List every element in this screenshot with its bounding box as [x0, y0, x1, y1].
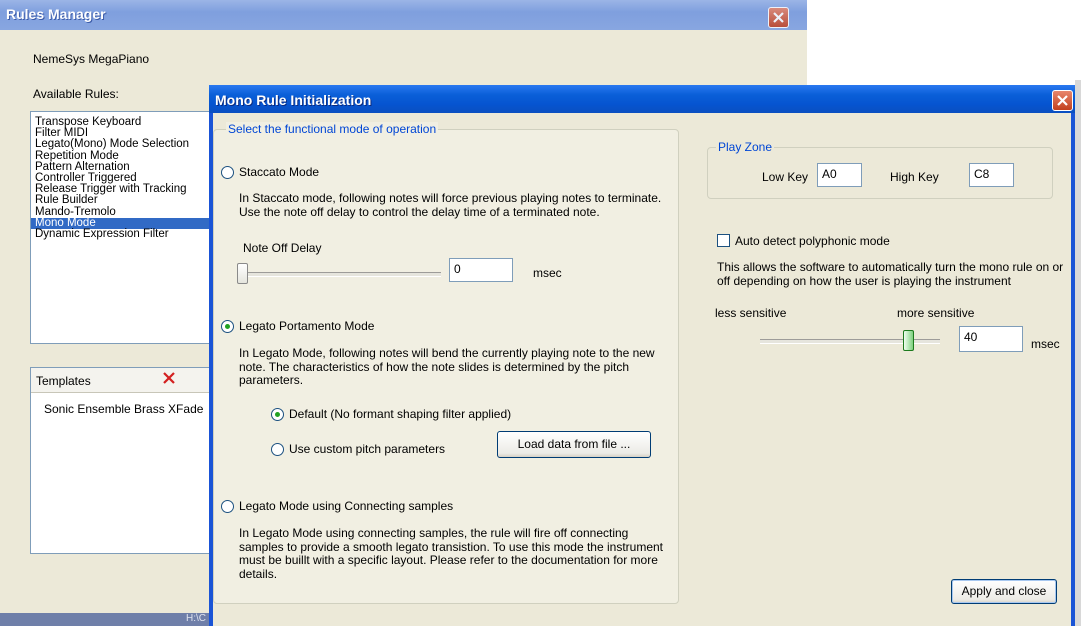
high-key-label: High Key	[890, 170, 939, 184]
high-key-field[interactable]: C8	[969, 163, 1014, 187]
mode-group-legend: Select the functional mode of operation	[226, 122, 439, 136]
mono-dialog-close-button[interactable]	[1052, 90, 1073, 111]
mono-rule-dialog: Mono Rule Initialization Select the func…	[209, 85, 1075, 626]
rules-manager-title: Rules Manager	[6, 6, 106, 22]
legato-connecting-label[interactable]: Legato Mode using Connecting samples	[239, 499, 453, 513]
staccato-radio[interactable]	[221, 166, 234, 179]
radio-dot	[225, 324, 230, 329]
legato-portamento-description: In Legato Mode, following notes will ben…	[239, 346, 655, 387]
custom-pitch-label[interactable]: Use custom pitch parameters	[289, 442, 445, 456]
load-data-button[interactable]: Load data from file ...	[497, 431, 651, 458]
mono-dialog-title: Mono Rule Initialization	[215, 92, 372, 108]
play-zone-legend: Play Zone	[716, 140, 775, 154]
background-edge	[1075, 80, 1081, 626]
custom-pitch-radio[interactable]	[271, 443, 284, 456]
radio-dot	[275, 412, 280, 417]
apply-and-close-button[interactable]: Apply and close	[951, 579, 1057, 604]
template-item[interactable]: Sonic Ensemble Brass XFade	[44, 402, 203, 416]
auto-detect-description: This allows the software to automaticall…	[717, 260, 1064, 288]
legato-connecting-radio[interactable]	[221, 500, 234, 513]
rule-list-item[interactable]: Rule Builder	[31, 194, 214, 206]
instrument-name: NemeSys MegaPiano	[33, 52, 150, 66]
rule-list-item[interactable]: Legato(Mono) Mode Selection	[31, 139, 214, 151]
rules-list[interactable]: Transpose Keyboard Filter MIDI Legato(Mono…	[30, 111, 215, 344]
delete-template-icon[interactable]	[162, 371, 176, 388]
sensitivity-field[interactable]: 40	[959, 326, 1023, 352]
low-key-field[interactable]: A0	[817, 163, 862, 187]
less-sensitive-label: less sensitive	[715, 306, 787, 320]
rules-manager-titlebar[interactable]	[0, 0, 807, 30]
note-off-delay-slider[interactable]	[237, 263, 248, 284]
rule-list-item[interactable]: Dynamic Expression Filter	[31, 228, 214, 240]
staccato-label[interactable]: Staccato Mode	[239, 165, 319, 179]
rule-list-item[interactable]: Mando-Tremolo	[31, 206, 214, 218]
auto-detect-label[interactable]: Auto detect polyphonic mode	[735, 234, 890, 248]
close-icon	[773, 12, 784, 23]
templates-header-label: Templates	[36, 374, 91, 388]
templates-list[interactable]: Templates Sonic Ensemble Brass XFade	[30, 367, 215, 554]
legato-portamento-label[interactable]: Legato Portamento Mode	[239, 319, 374, 333]
rules-manager-close-button[interactable]	[768, 7, 789, 28]
status-strip	[0, 613, 215, 626]
low-key-label: Low Key	[762, 170, 809, 184]
sensitivity-slider[interactable]	[902, 330, 914, 351]
note-off-delay-unit: msec	[533, 266, 562, 280]
default-option-label[interactable]: Default (No formant shaping filter appli…	[289, 407, 511, 421]
legato-connecting-description: In Legato Mode using connecting samples,…	[239, 526, 664, 581]
more-sensitive-label: more sensitive	[897, 306, 975, 320]
default-option-radio[interactable]	[271, 408, 284, 421]
staccato-description: In Staccato mode, following notes will f…	[239, 191, 662, 219]
mono-dialog-body: Select the functional mode of operation …	[213, 113, 1071, 626]
status-path: H:\C	[186, 613, 206, 624]
available-rules-label: Available Rules:	[33, 87, 119, 101]
note-off-delay-track	[241, 272, 441, 277]
legato-portamento-radio[interactable]	[221, 320, 234, 333]
auto-detect-checkbox[interactable]	[717, 234, 730, 247]
close-icon	[1057, 95, 1068, 106]
note-off-delay-label: Note Off Delay	[243, 241, 322, 255]
sensitivity-unit: msec	[1031, 337, 1060, 351]
note-off-delay-field[interactable]: 0	[449, 258, 513, 282]
